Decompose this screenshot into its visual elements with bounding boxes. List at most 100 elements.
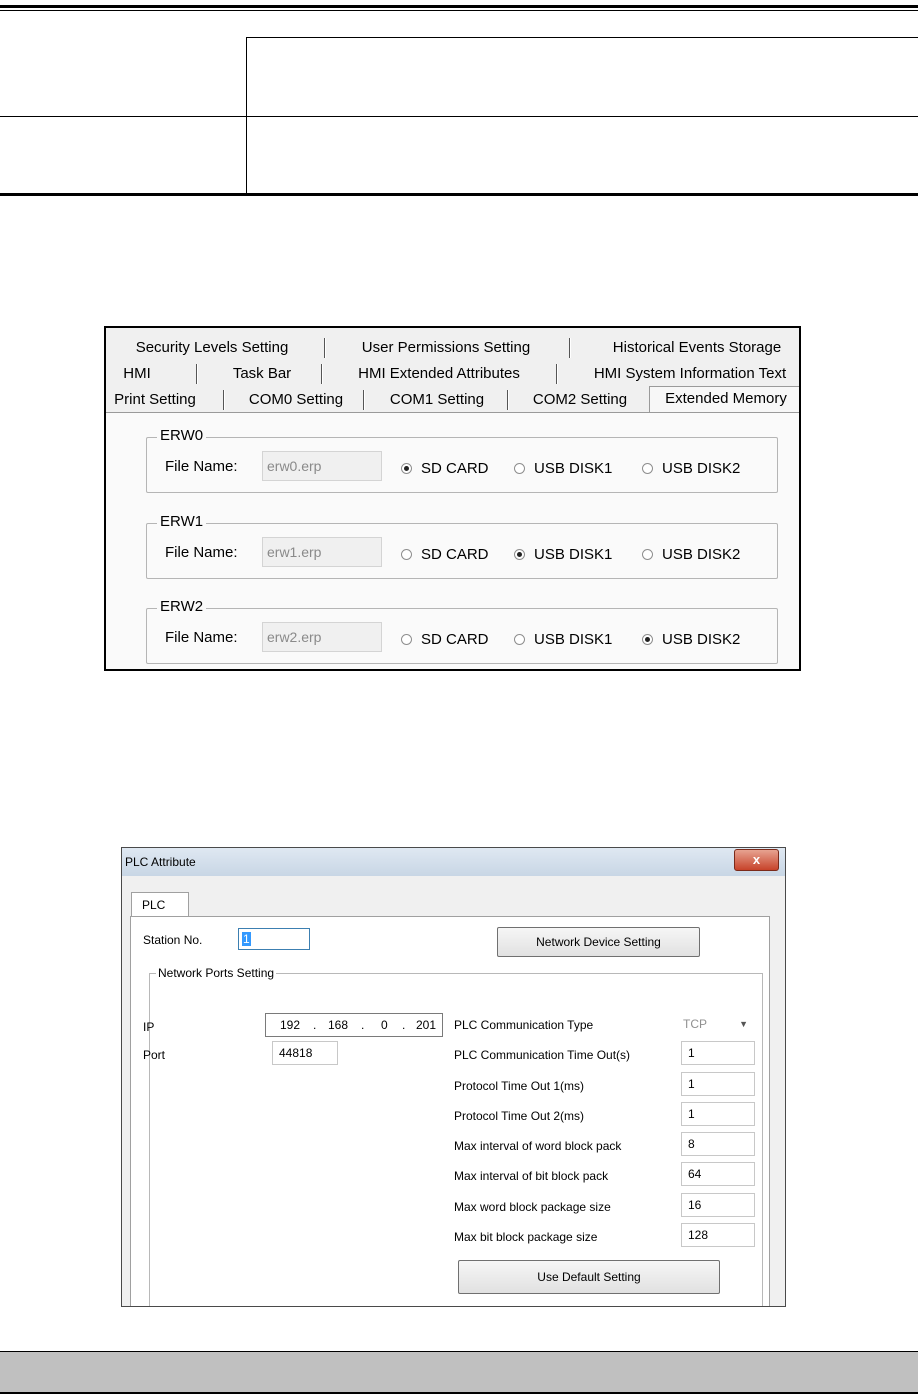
radio-dot[interactable] <box>514 463 525 474</box>
station-no-input[interactable]: 1 <box>238 928 310 950</box>
erw2-group: ERW2 File Name: erw2.erp SD CARD USB DIS… <box>146 598 778 664</box>
tab-historical-events-storage[interactable]: Historical Events Storage <box>604 336 790 360</box>
radio-label: SD CARD <box>421 546 489 563</box>
radio-usb-disk1[interactable]: USB DISK1 <box>514 546 612 563</box>
param-label: Protocol Time Out 1(ms) <box>454 1079 585 1093</box>
radio-label: USB DISK2 <box>662 460 741 477</box>
extended-memory-panel: ERW0 File Name: erw0.erp SD CARD USB DIS… <box>106 412 799 669</box>
title-bar: PLC Attribute x <box>122 848 785 876</box>
tab-hmi-system-information-text[interactable]: HMI System Information Text <box>580 362 799 386</box>
radio-sd-card[interactable]: SD CARD <box>401 631 489 648</box>
tab-row-2: HMI Task Bar HMI Extended Attributes HMI… <box>106 362 799 386</box>
port-label: Port <box>143 1048 166 1062</box>
comm-type-label: PLC Communication Type <box>454 1018 594 1032</box>
tab-row-1: Security Levels Setting User Permissions… <box>106 336 799 360</box>
radio-dot[interactable] <box>401 463 412 474</box>
ip-octet-2: 168 <box>328 1018 349 1032</box>
tab-separator <box>556 364 558 384</box>
port-input[interactable]: 44818 <box>272 1041 338 1065</box>
tab-plc[interactable]: PLC <box>131 892 189 916</box>
dialog-client: PLC Station No. 1 Network Device Setting… <box>126 876 781 1306</box>
radio-sd-card[interactable]: SD CARD <box>401 546 489 563</box>
tab-security-levels-setting[interactable]: Security Levels Setting <box>126 336 298 360</box>
use-default-setting-button[interactable]: Use Default Setting <box>458 1260 720 1294</box>
radio-usb-disk2[interactable]: USB DISK2 <box>642 460 740 477</box>
spec-table <box>0 11 918 196</box>
station-no-value: 1 <box>242 932 251 946</box>
footer-bar <box>0 1352 918 1392</box>
radio-usb-disk1[interactable]: USB DISK1 <box>514 460 612 477</box>
tab-separator <box>363 390 365 410</box>
ip-octet-3: 0 <box>381 1018 388 1032</box>
station-no-label: Station No. <box>143 933 203 947</box>
param-label: Max interval of word block pack <box>454 1139 622 1153</box>
radio-dot[interactable] <box>514 634 525 645</box>
table-row-divider <box>0 116 918 117</box>
close-button[interactable]: x <box>734 849 779 871</box>
tab-separator <box>569 338 571 358</box>
group-title: ERW2 <box>157 598 207 615</box>
param-label: Max word block package size <box>454 1200 611 1214</box>
ip-dot: . <box>402 1018 406 1032</box>
tab-separator <box>324 338 326 358</box>
tab-separator <box>196 364 198 384</box>
param-label: Max interval of bit block pack <box>454 1169 609 1183</box>
param-input[interactable]: 16 <box>681 1193 755 1217</box>
file-name-label: File Name: <box>165 629 238 646</box>
comm-type-value: TCP <box>683 1017 707 1031</box>
chevron-down-icon: ▼ <box>739 1019 748 1029</box>
radio-dot[interactable] <box>642 634 653 645</box>
comm-type-select[interactable]: TCP ▼ <box>676 1012 752 1036</box>
param-label: Max bit block package size <box>454 1230 598 1244</box>
param-label: PLC Communication Time Out(s) <box>454 1048 631 1062</box>
table-line <box>246 37 918 38</box>
param-label: Protocol Time Out 2(ms) <box>454 1109 585 1123</box>
param-input[interactable]: 1 <box>681 1102 755 1126</box>
tab-separator <box>507 390 509 410</box>
tab-extended-memory[interactable]: Extended Memory <box>649 386 799 414</box>
param-input[interactable]: 1 <box>681 1041 755 1065</box>
tab-hmi[interactable]: HMI <box>120 362 154 386</box>
ip-dot: . <box>313 1018 317 1032</box>
ip-octet-1: 192 <box>280 1018 301 1032</box>
window-title: PLC Attribute <box>125 855 196 869</box>
tab-hmi-extended-attributes[interactable]: HMI Extended Attributes <box>341 362 537 386</box>
radio-label: USB DISK2 <box>662 546 741 563</box>
ip-input[interactable]: 192 . 168 . 0 . 201 <box>265 1013 443 1037</box>
tab-separator <box>223 390 225 410</box>
tab-separator <box>321 364 323 384</box>
radio-sd-card[interactable]: SD CARD <box>401 460 489 477</box>
radio-dot[interactable] <box>401 634 412 645</box>
table-bottom-rule <box>0 193 918 196</box>
radio-label: SD CARD <box>421 631 489 648</box>
ip-dot: . <box>361 1018 365 1032</box>
erw1-group: ERW1 File Name: erw1.erp SD CARD USB DIS… <box>146 513 778 579</box>
radio-usb-disk2[interactable]: USB DISK2 <box>642 631 740 648</box>
tab-print-setting[interactable]: Print Setting <box>110 388 200 412</box>
radio-dot[interactable] <box>401 549 412 560</box>
radio-label: SD CARD <box>421 460 489 477</box>
param-input[interactable]: 64 <box>681 1162 755 1186</box>
tab-com0-setting[interactable]: COM0 Setting <box>240 388 352 412</box>
file-name-input[interactable]: erw0.erp <box>262 451 382 481</box>
radio-dot[interactable] <box>642 463 653 474</box>
radio-dot[interactable] <box>642 549 653 560</box>
file-name-input[interactable]: erw2.erp <box>262 622 382 652</box>
radio-usb-disk2[interactable]: USB DISK2 <box>642 546 740 563</box>
tab-com2-setting[interactable]: COM2 Setting <box>524 388 636 412</box>
file-name-label: File Name: <box>165 458 238 475</box>
extended-memory-dialog: Security Levels Setting User Permissions… <box>104 326 801 671</box>
tab-user-permissions-setting[interactable]: User Permissions Setting <box>346 336 546 360</box>
tab-com1-setting[interactable]: COM1 Setting <box>382 388 492 412</box>
ip-label: IP <box>143 1020 155 1034</box>
file-name-input[interactable]: erw1.erp <box>262 537 382 567</box>
param-input[interactable]: 128 <box>681 1223 755 1247</box>
tab-task-bar[interactable]: Task Bar <box>214 362 310 386</box>
param-input[interactable]: 1 <box>681 1072 755 1096</box>
radio-usb-disk1[interactable]: USB DISK1 <box>514 631 612 648</box>
param-input[interactable]: 8 <box>681 1132 755 1156</box>
header-rule <box>0 5 918 8</box>
file-name-label: File Name: <box>165 544 238 561</box>
network-device-setting-button[interactable]: Network Device Setting <box>497 927 700 957</box>
radio-dot[interactable] <box>514 549 525 560</box>
